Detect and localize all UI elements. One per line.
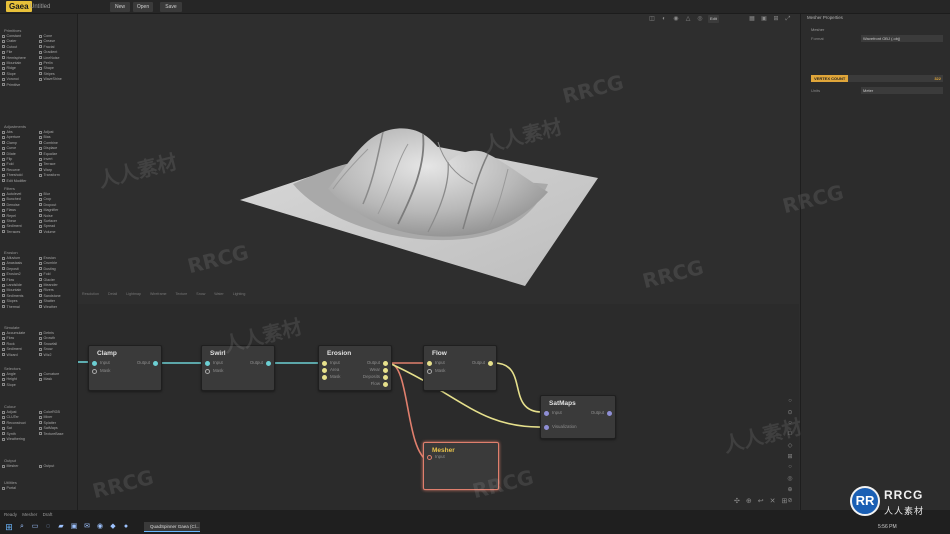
app-icon[interactable]: ◆ xyxy=(109,522,117,532)
node-mesher[interactable]: Mesher Input xyxy=(423,442,499,490)
graph-bottom-tool-icon[interactable]: ⊞ xyxy=(782,498,788,505)
properties-panel: Mesher Properties Mesher Format Wavefron… xyxy=(800,14,950,510)
graph-bottom-tool-icon[interactable]: ↩ xyxy=(758,498,764,505)
store-icon[interactable]: ▣ xyxy=(70,522,78,532)
graph-tool-icon[interactable]: ⊞ xyxy=(786,453,794,464)
input-port[interactable] xyxy=(427,360,432,366)
port-label: Mask xyxy=(213,368,224,373)
output-port[interactable] xyxy=(383,360,388,366)
output-port[interactable] xyxy=(153,360,158,366)
graph-tool-icon[interactable]: ○ xyxy=(786,398,794,409)
app-icon[interactable]: ● xyxy=(122,522,130,532)
input-port[interactable] xyxy=(427,454,432,460)
section-title: Mesher xyxy=(811,27,825,32)
input-port[interactable] xyxy=(322,360,327,366)
graph-tool-icon[interactable]: ○ xyxy=(786,464,794,475)
graph-bottom-tools: ✣ ⊕ ↩ ✕ ⊞ xyxy=(734,497,793,505)
port-label: Output xyxy=(471,360,485,365)
port-label: Deposits xyxy=(362,374,380,379)
chrome-icon[interactable]: ◉ xyxy=(96,522,104,532)
folder-icon[interactable]: ▰ xyxy=(57,522,65,532)
output-port[interactable] xyxy=(488,360,493,366)
output-port[interactable] xyxy=(607,410,612,416)
brand-name: RRCG xyxy=(884,488,924,502)
node-swirl[interactable]: Swirl Input Output Mask xyxy=(201,345,275,391)
brand-sub: 人人素材 xyxy=(884,506,925,516)
port-label: Visualization xyxy=(552,424,577,429)
task-view-icon[interactable]: ▭ xyxy=(31,522,39,532)
graph-tool-icon[interactable]: ◎ xyxy=(786,475,794,486)
vertex-count-label: VERTEX COUNT xyxy=(811,75,849,82)
node-title: Clamp xyxy=(97,350,117,357)
brand-badge: RR xyxy=(850,486,880,516)
port-label: Output xyxy=(590,410,604,415)
edge-icon[interactable]: ◌ xyxy=(44,522,52,532)
graph-tool-icon[interactable]: ◇ xyxy=(786,442,794,453)
deposits-port[interactable] xyxy=(383,374,388,380)
port-label: Mask xyxy=(330,374,341,379)
node-title: Flow xyxy=(432,350,447,357)
graph-tool-icon[interactable]: ⊙ xyxy=(786,409,794,420)
node-title: Erosion xyxy=(327,350,352,357)
visualization-port[interactable] xyxy=(544,424,549,430)
mask-port[interactable] xyxy=(322,374,327,380)
status-quality[interactable]: Draft xyxy=(43,512,53,517)
port-label: Mask xyxy=(435,368,446,373)
port-label: Input xyxy=(552,410,562,415)
taskbar xyxy=(0,510,950,534)
port-label: Input xyxy=(330,360,340,365)
search-icon[interactable]: ⌕ xyxy=(18,522,26,532)
taskbar-app-gaea[interactable]: QuadSpinner Gaea (Cl... xyxy=(144,522,200,532)
node-clamp[interactable]: Clamp Input Output Mask xyxy=(88,345,162,391)
format-label: Format xyxy=(811,36,824,41)
flow-port[interactable] xyxy=(383,381,388,387)
brand-logo: RR RRCG 人人素材 xyxy=(846,484,950,524)
units-select[interactable]: Meter xyxy=(861,87,943,94)
node-satmaps[interactable]: SatMaps Input Output Visualization xyxy=(540,395,616,439)
node-flow[interactable]: Flow Input Output Mask xyxy=(423,345,497,391)
mail-icon[interactable]: ✉ xyxy=(83,522,91,532)
status-line: Ready Mesher Draft xyxy=(0,510,140,520)
status-mode: Mesher xyxy=(22,512,38,517)
port-label: Output xyxy=(249,360,263,365)
graph-bottom-tool-icon[interactable]: ✕ xyxy=(770,498,776,505)
input-port[interactable] xyxy=(92,360,97,366)
node-title: SatMaps xyxy=(549,400,576,407)
graph-bottom-tool-icon[interactable]: ⊕ xyxy=(746,498,752,505)
start-icon[interactable]: ⊞ xyxy=(4,522,14,532)
graph-tool-icon[interactable]: ○ xyxy=(786,420,794,431)
area-port[interactable] xyxy=(322,367,327,373)
graph-bottom-tool-icon[interactable]: ✣ xyxy=(734,498,740,505)
input-port[interactable] xyxy=(205,360,210,366)
input-port[interactable] xyxy=(544,410,549,416)
port-label: Output xyxy=(366,360,380,365)
vertex-count-slider[interactable]: VERTEX COUNT 322 xyxy=(811,75,943,82)
graph-tool-icon[interactable]: □ xyxy=(786,431,794,442)
port-label: Area xyxy=(330,367,340,372)
wear-port[interactable] xyxy=(383,367,388,373)
port-label: Input xyxy=(213,360,223,365)
panel-title: Mesher Properties xyxy=(807,15,843,20)
units-label: Units xyxy=(811,88,821,93)
port-label: Mask xyxy=(100,368,111,373)
graph-tool-icon[interactable]: ⊕ xyxy=(786,486,794,497)
port-label: Input xyxy=(435,360,445,365)
port-label: Input xyxy=(100,360,110,365)
node-title: Swirl xyxy=(210,350,226,357)
mask-port[interactable] xyxy=(205,368,210,374)
vertex-count-value: 322 xyxy=(934,76,941,81)
mask-port[interactable] xyxy=(92,368,97,374)
status-text: Ready xyxy=(4,512,18,517)
mask-port[interactable] xyxy=(427,368,432,374)
graph-side-tools: ○ ⊙ ○ □ ◇ ⊞ ○ ◎ ⊕ ⊘ xyxy=(786,398,794,508)
port-label: Flow xyxy=(370,381,380,386)
port-label: Wear xyxy=(369,367,380,372)
node-erosion[interactable]: Erosion Input Output Area Wear Mask Deposit… xyxy=(318,345,392,391)
port-label: Input xyxy=(435,454,445,459)
port-label: Output xyxy=(136,360,150,365)
app-window: Gaea Untitled New Open Save ↶ Primitives… xyxy=(0,0,950,534)
output-port[interactable] xyxy=(266,360,271,366)
format-select[interactable]: Wavefront OBJ (.obj) xyxy=(861,35,943,42)
